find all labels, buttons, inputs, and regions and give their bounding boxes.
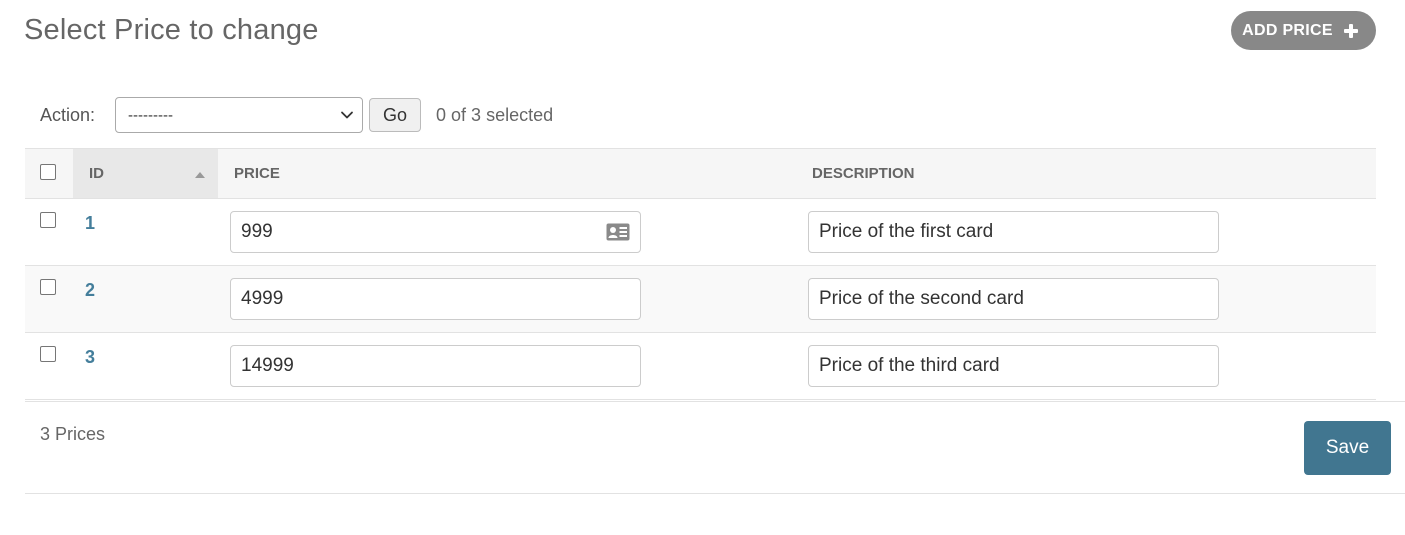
row-select-cell — [25, 333, 73, 400]
select-all-column — [25, 149, 73, 199]
column-header-price: PRICE — [218, 149, 796, 199]
row-price-cell: 4999 — [218, 266, 796, 333]
add-price-label: ADD PRICE — [1242, 21, 1333, 39]
row-price-cell: 14999 — [218, 333, 796, 400]
description-input-value: Price of the second card — [819, 288, 1024, 309]
results-table: ID PRICE DESCRIPTION 1 999 Price of the … — [25, 148, 1376, 400]
row-description-cell: Price of the second card — [796, 266, 1376, 333]
row-select-cell — [25, 199, 73, 266]
row-id-cell: 2 — [73, 266, 218, 333]
selection-counter: 0 of 3 selected — [436, 104, 554, 125]
description-input[interactable]: Price of the second card — [808, 278, 1219, 320]
action-select-value: --------- — [128, 106, 173, 124]
table-header-row: ID PRICE DESCRIPTION — [25, 148, 1376, 199]
action-label: Action: — [40, 104, 96, 125]
row-select-checkbox[interactable] — [40, 346, 56, 362]
row-description-cell: Price of the third card — [796, 333, 1376, 400]
description-input-value: Price of the first card — [819, 221, 994, 242]
row-select-checkbox[interactable] — [40, 212, 56, 228]
change-list-page: Select Price to change ADD PRICE Action:… — [0, 0, 1405, 535]
column-header-id-label: ID — [89, 165, 104, 182]
description-input-value: Price of the third card — [819, 355, 1000, 376]
price-input[interactable]: 14999 — [230, 345, 641, 387]
column-header-description: DESCRIPTION — [796, 149, 1376, 199]
row-id-link[interactable]: 3 — [85, 347, 95, 368]
go-button[interactable]: Go — [369, 98, 422, 132]
row-id-link[interactable]: 2 — [85, 280, 95, 301]
row-select-checkbox[interactable] — [40, 279, 56, 295]
price-input-value: 14999 — [241, 355, 294, 376]
price-input-value: 4999 — [241, 288, 284, 309]
price-input[interactable]: 999 — [230, 211, 641, 253]
sort-up-icon[interactable] — [194, 171, 206, 179]
price-input[interactable]: 4999 — [230, 278, 641, 320]
actions-bar: Action: --------- Go 0 of 3 selected — [40, 97, 553, 133]
page-title: Select Price to change — [24, 14, 319, 46]
plus-icon — [1343, 23, 1358, 38]
description-input[interactable]: Price of the first card — [808, 211, 1219, 253]
row-id-cell: 3 — [73, 333, 218, 400]
column-header-description-label: DESCRIPTION — [812, 165, 915, 182]
results-table-container: ID PRICE DESCRIPTION 1 999 Price of the … — [25, 148, 1376, 400]
column-header-price-label: PRICE — [234, 165, 280, 182]
price-input-value: 999 — [241, 221, 273, 242]
row-price-cell: 999 — [218, 199, 796, 266]
result-count: 3 Prices — [40, 424, 106, 444]
description-input[interactable]: Price of the third card — [808, 345, 1219, 387]
column-header-id[interactable]: ID — [73, 148, 218, 199]
contact-card-icon[interactable] — [606, 223, 630, 241]
row-description-cell: Price of the first card — [796, 199, 1376, 266]
select-all-checkbox[interactable] — [40, 163, 56, 180]
table-row: 3 14999 Price of the third card — [25, 333, 1376, 400]
bottom-divider — [25, 493, 1405, 494]
chevron-down-icon — [341, 111, 353, 119]
table-row: 1 999 Price of the first card — [25, 199, 1376, 266]
row-id-link[interactable]: 1 — [85, 213, 95, 234]
row-id-cell: 1 — [73, 199, 218, 266]
add-price-button[interactable]: ADD PRICE — [1231, 11, 1376, 50]
save-button[interactable]: Save — [1304, 421, 1391, 475]
action-select[interactable]: --------- — [115, 97, 364, 133]
row-select-cell — [25, 266, 73, 333]
table-row: 2 4999 Price of the second card — [25, 265, 1376, 333]
footer-divider — [25, 401, 1405, 402]
